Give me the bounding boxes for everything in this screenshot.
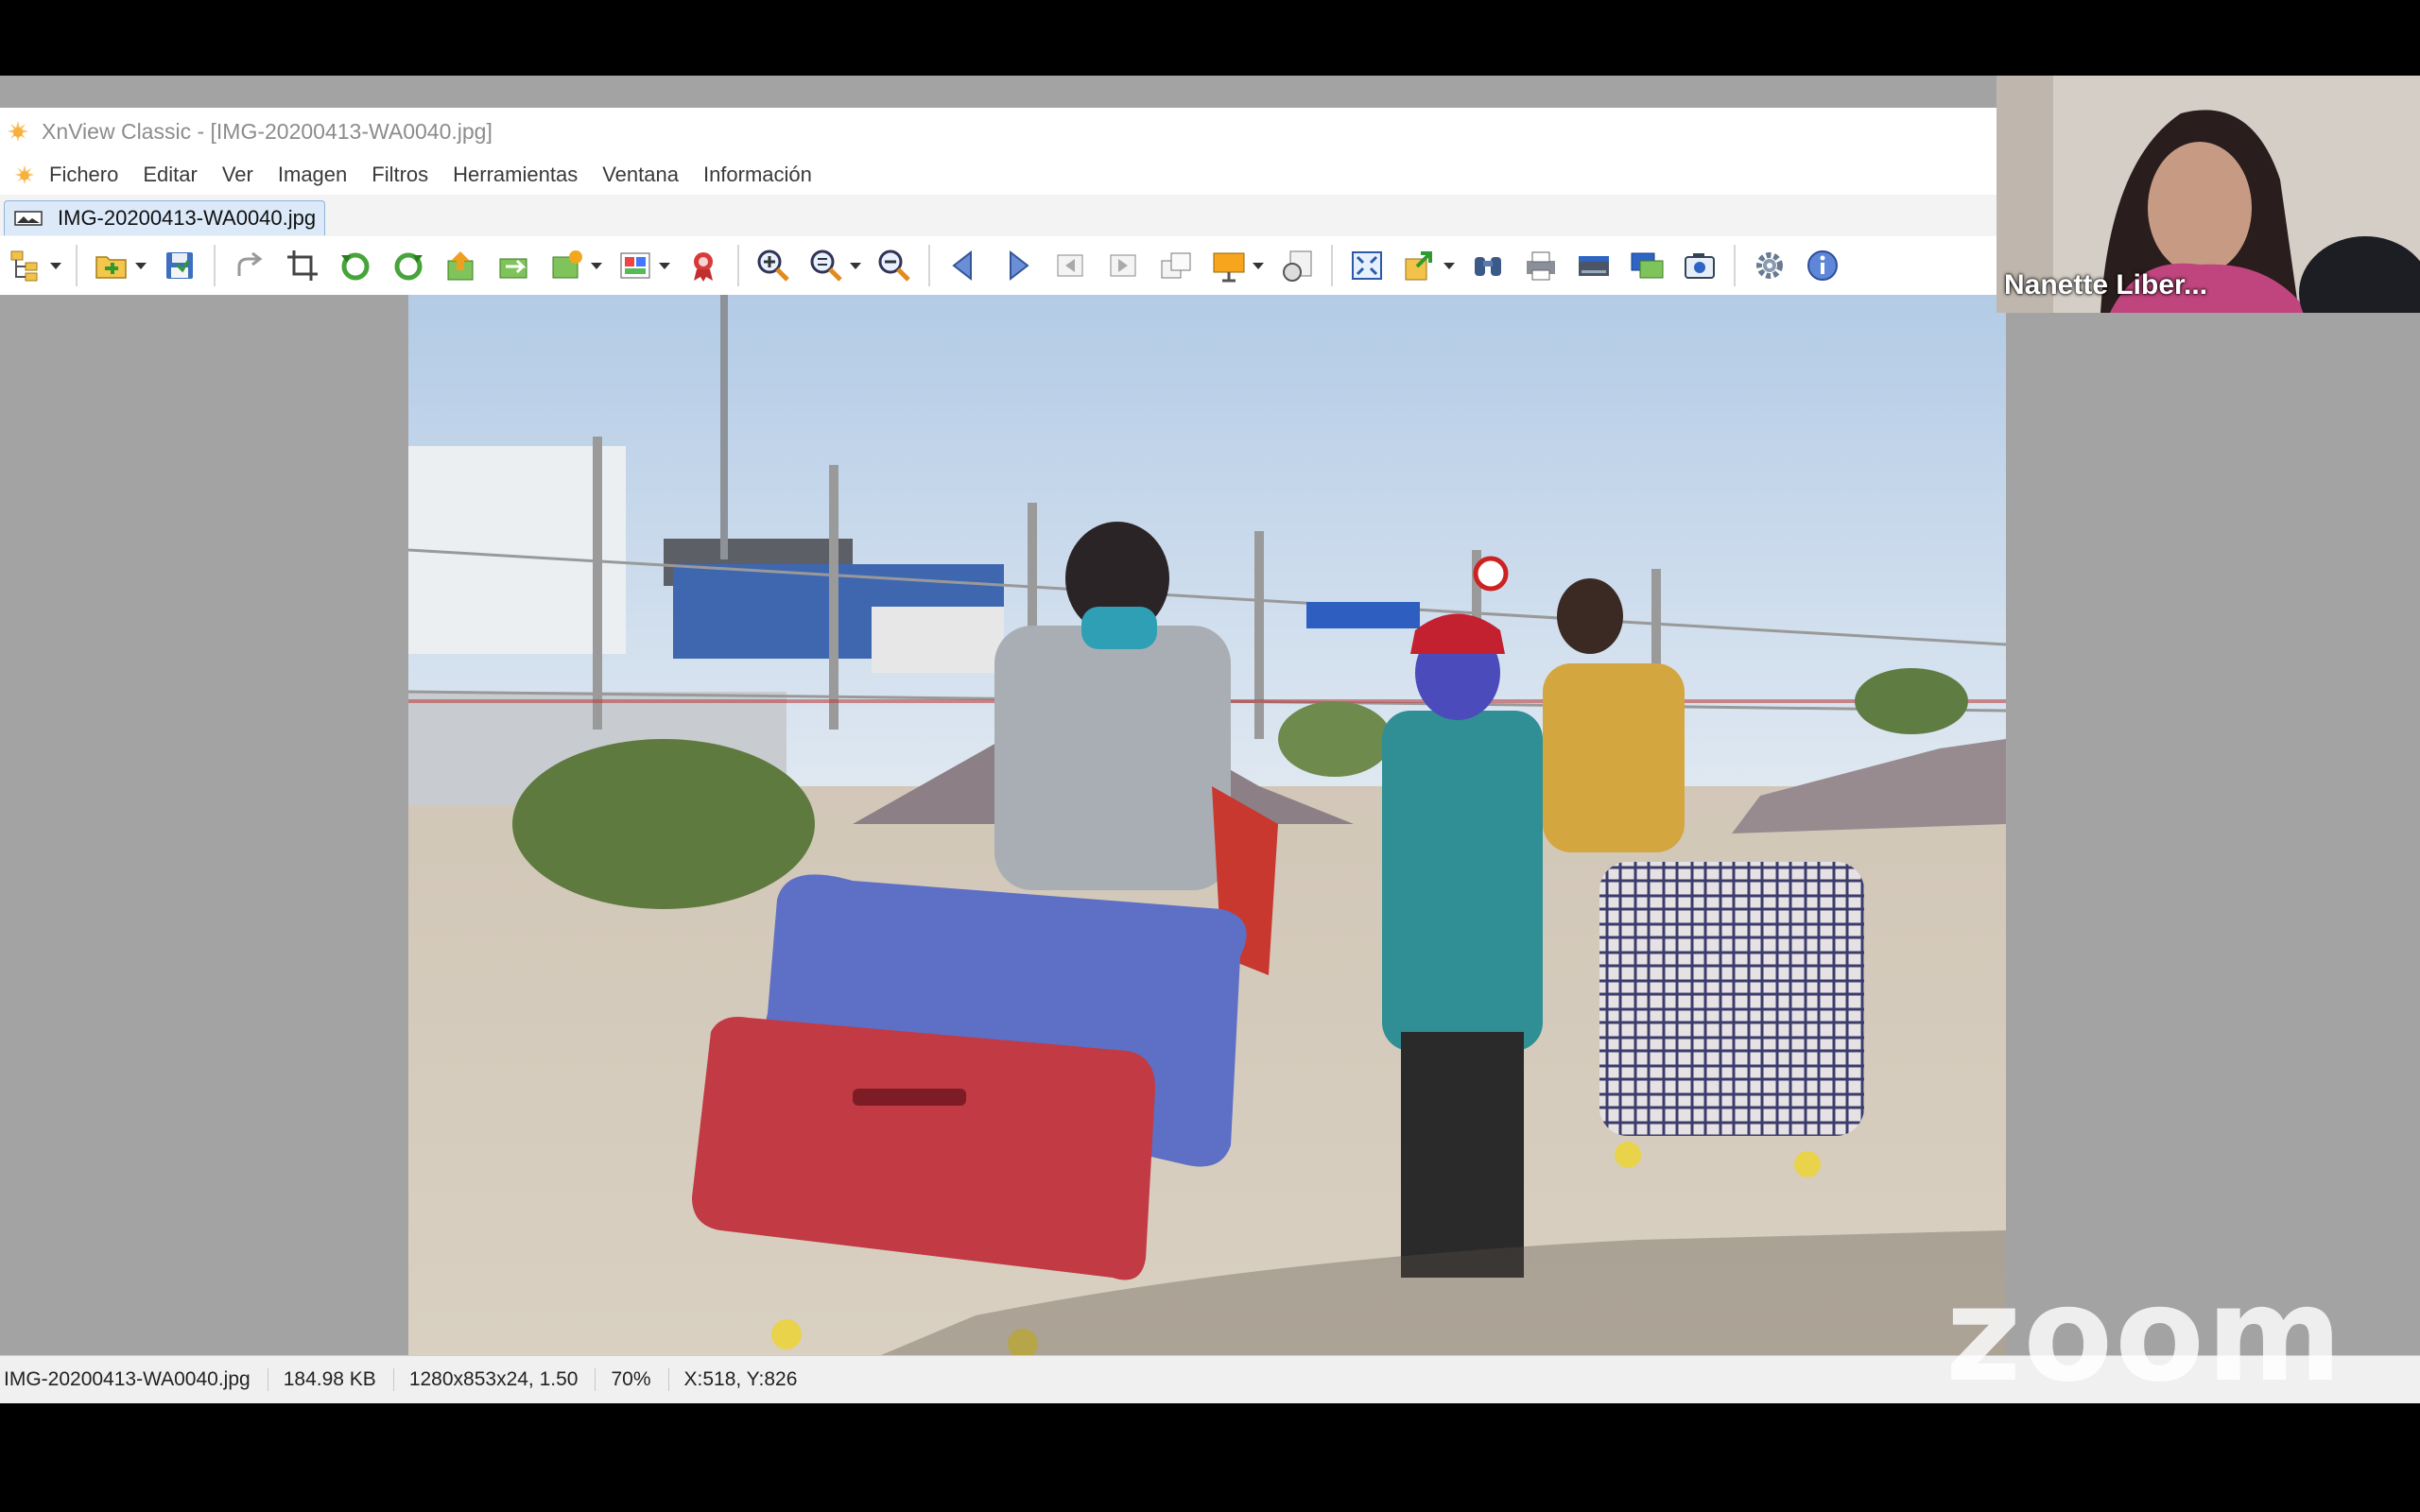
fullscreen-icon[interactable]	[1344, 243, 1390, 288]
image-edit-icon[interactable]	[544, 243, 590, 288]
toolbar-separator	[214, 245, 216, 286]
zoom-fit-icon[interactable]	[804, 243, 849, 288]
crop-icon[interactable]	[280, 243, 325, 288]
zoom-watermark: zoom	[1945, 1259, 2344, 1411]
scanner-icon[interactable]	[1571, 243, 1616, 288]
award-icon[interactable]	[681, 243, 726, 288]
menu-filtros[interactable]: Filtros	[372, 163, 428, 187]
status-cursor: X:518, Y:826	[667, 1368, 815, 1391]
app-menu-icon[interactable]	[13, 163, 36, 186]
menu-informacion[interactable]: Información	[703, 163, 812, 187]
settings-icon[interactable]	[1747, 243, 1792, 288]
xnview-logo-icon	[8, 121, 28, 142]
tab-bar: IMG-20200413-WA0040.jpg	[0, 195, 1996, 236]
export-icon[interactable]	[439, 243, 484, 288]
shared-screen: XnView Classic - [IMG-20200413-WA0040.jp…	[0, 76, 2420, 1436]
zoom-in-icon[interactable]	[751, 243, 796, 288]
status-filename: IMG-20200413-WA0040.jpg	[4, 1368, 251, 1390]
tab-image[interactable]: IMG-20200413-WA0040.jpg	[4, 200, 325, 235]
tab-label: IMG-20200413-WA0040.jpg	[58, 206, 317, 230]
image-tab-icon	[14, 211, 43, 226]
wallpaper-icon[interactable]	[1624, 243, 1669, 288]
status-zoom: 70%	[595, 1368, 667, 1391]
participant-name: Nanette Liber...	[2004, 269, 2208, 301]
info-icon[interactable]	[1800, 243, 1845, 288]
menu-imagen[interactable]: Imagen	[278, 163, 347, 187]
open-folder-icon[interactable]	[89, 243, 134, 288]
zoom-out-icon[interactable]	[872, 243, 917, 288]
rotate-right-icon[interactable]	[386, 243, 431, 288]
toolbar-separator	[1734, 245, 1736, 286]
open-dropdown[interactable]	[134, 243, 147, 288]
adjust-icon[interactable]	[613, 243, 658, 288]
first-page-icon[interactable]	[1047, 243, 1093, 288]
menu-fichero[interactable]: Fichero	[49, 163, 118, 187]
browser-dropdown[interactable]	[49, 243, 62, 288]
menu-bar: Fichero Editar Ver Imagen Filtros Herram…	[0, 155, 1996, 196]
window-title: XnView Classic - [IMG-20200413-WA0040.jp…	[42, 118, 493, 144]
menu-editar[interactable]: Editar	[143, 163, 197, 187]
participant-video[interactable]: Nanette Liber...	[1996, 76, 2420, 313]
zoom-dropdown[interactable]	[849, 243, 862, 288]
toolbar	[0, 236, 1996, 296]
find-icon[interactable]	[1465, 243, 1511, 288]
toolbar-separator	[1331, 245, 1333, 286]
slideshow-dropdown[interactable]	[1252, 243, 1265, 288]
browser-tree-icon[interactable]	[4, 243, 49, 288]
toolbar-separator	[928, 245, 930, 286]
adjust-dropdown[interactable]	[658, 243, 671, 288]
image-edit-dropdown[interactable]	[590, 243, 603, 288]
menu-herramientas[interactable]: Herramientas	[453, 163, 578, 187]
slideshow-icon[interactable]	[1206, 243, 1252, 288]
menu-ver[interactable]: Ver	[222, 163, 253, 187]
image-viewer	[0, 295, 2420, 1355]
status-filesize: 184.98 KB	[267, 1368, 393, 1391]
rotate-left-icon[interactable]	[333, 243, 378, 288]
pages-icon[interactable]	[1153, 243, 1199, 288]
camera-icon[interactable]	[1677, 243, 1722, 288]
photo-illustration	[408, 295, 2006, 1355]
menu-ventana[interactable]: Ventana	[602, 163, 679, 187]
copy-to-dropdown[interactable]	[1443, 243, 1456, 288]
copy-to-icon[interactable]	[1397, 243, 1443, 288]
undo-icon[interactable]	[227, 243, 272, 288]
toolbar-separator	[737, 245, 739, 286]
capture-icon[interactable]	[1274, 243, 1320, 288]
last-page-icon[interactable]	[1100, 243, 1146, 288]
status-dimensions: 1280x853x24, 1.50	[392, 1368, 596, 1391]
toolbar-separator	[76, 245, 78, 286]
save-icon[interactable]	[157, 243, 202, 288]
print-icon[interactable]	[1518, 243, 1564, 288]
convert-icon[interactable]	[492, 243, 537, 288]
arrow-left-icon[interactable]	[942, 243, 987, 288]
arrow-right-icon[interactable]	[994, 243, 1040, 288]
photo-border-crossing[interactable]	[408, 295, 2006, 1355]
title-bar: XnView Classic - [IMG-20200413-WA0040.jp…	[0, 108, 1996, 155]
